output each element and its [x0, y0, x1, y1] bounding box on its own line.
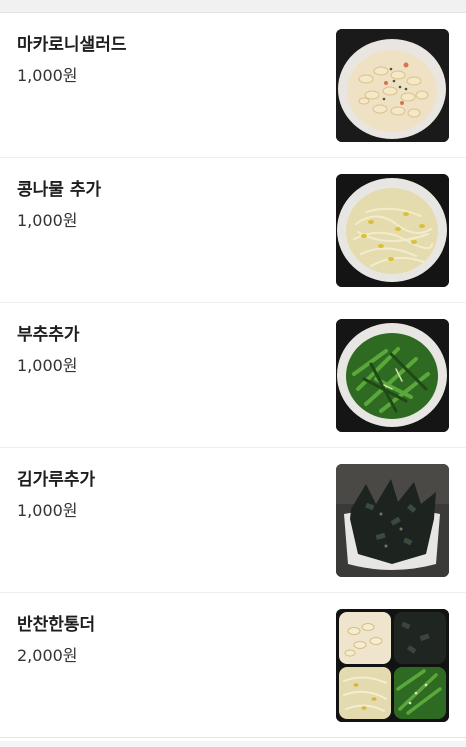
top-divider-bar: [0, 0, 466, 13]
menu-item-side-dish-box[interactable]: 반찬한통더 2,000원: [0, 593, 466, 738]
menu-item-name: 김가루추가: [17, 470, 96, 490]
chives-photo: [336, 319, 449, 432]
menu-item-price: 1,000원: [17, 356, 78, 375]
bottom-divider-strip: [0, 741, 466, 747]
menu-item-image: [336, 464, 449, 577]
menu-item-image: [336, 319, 449, 432]
menu-item-name: 부추추가: [17, 325, 80, 345]
menu-item-name: 반찬한통더: [17, 615, 96, 635]
menu-item-price: 1,000원: [17, 211, 78, 230]
menu-item-seaweed-flakes[interactable]: 김가루추가 1,000원: [0, 448, 466, 593]
menu-item-image: [336, 29, 449, 142]
menu-item-price: 1,000원: [17, 501, 78, 520]
menu-item-image: [336, 609, 449, 722]
seaweed-flakes-photo: [336, 464, 449, 577]
menu-item-bean-sprouts[interactable]: 콩나물 추가 1,000원: [0, 158, 466, 303]
macaroni-salad-photo: [336, 29, 449, 142]
side-dish-box-photo: [336, 609, 449, 722]
menu-item-image: [336, 174, 449, 287]
menu-item-price: 1,000원: [17, 66, 78, 85]
menu-item-chives[interactable]: 부추추가 1,000원: [0, 303, 466, 448]
menu-item-price: 2,000원: [17, 646, 78, 665]
menu-item-macaroni-salad[interactable]: 마카로니샐러드 1,000원: [0, 13, 466, 158]
menu-item-name: 콩나물 추가: [17, 180, 102, 200]
menu-list: 마카로니샐러드 1,000원 콩나물 추가 1,000원 부추추가 1,000원…: [0, 13, 466, 738]
bean-sprouts-photo: [336, 174, 449, 287]
menu-item-name: 마카로니샐러드: [17, 35, 127, 55]
